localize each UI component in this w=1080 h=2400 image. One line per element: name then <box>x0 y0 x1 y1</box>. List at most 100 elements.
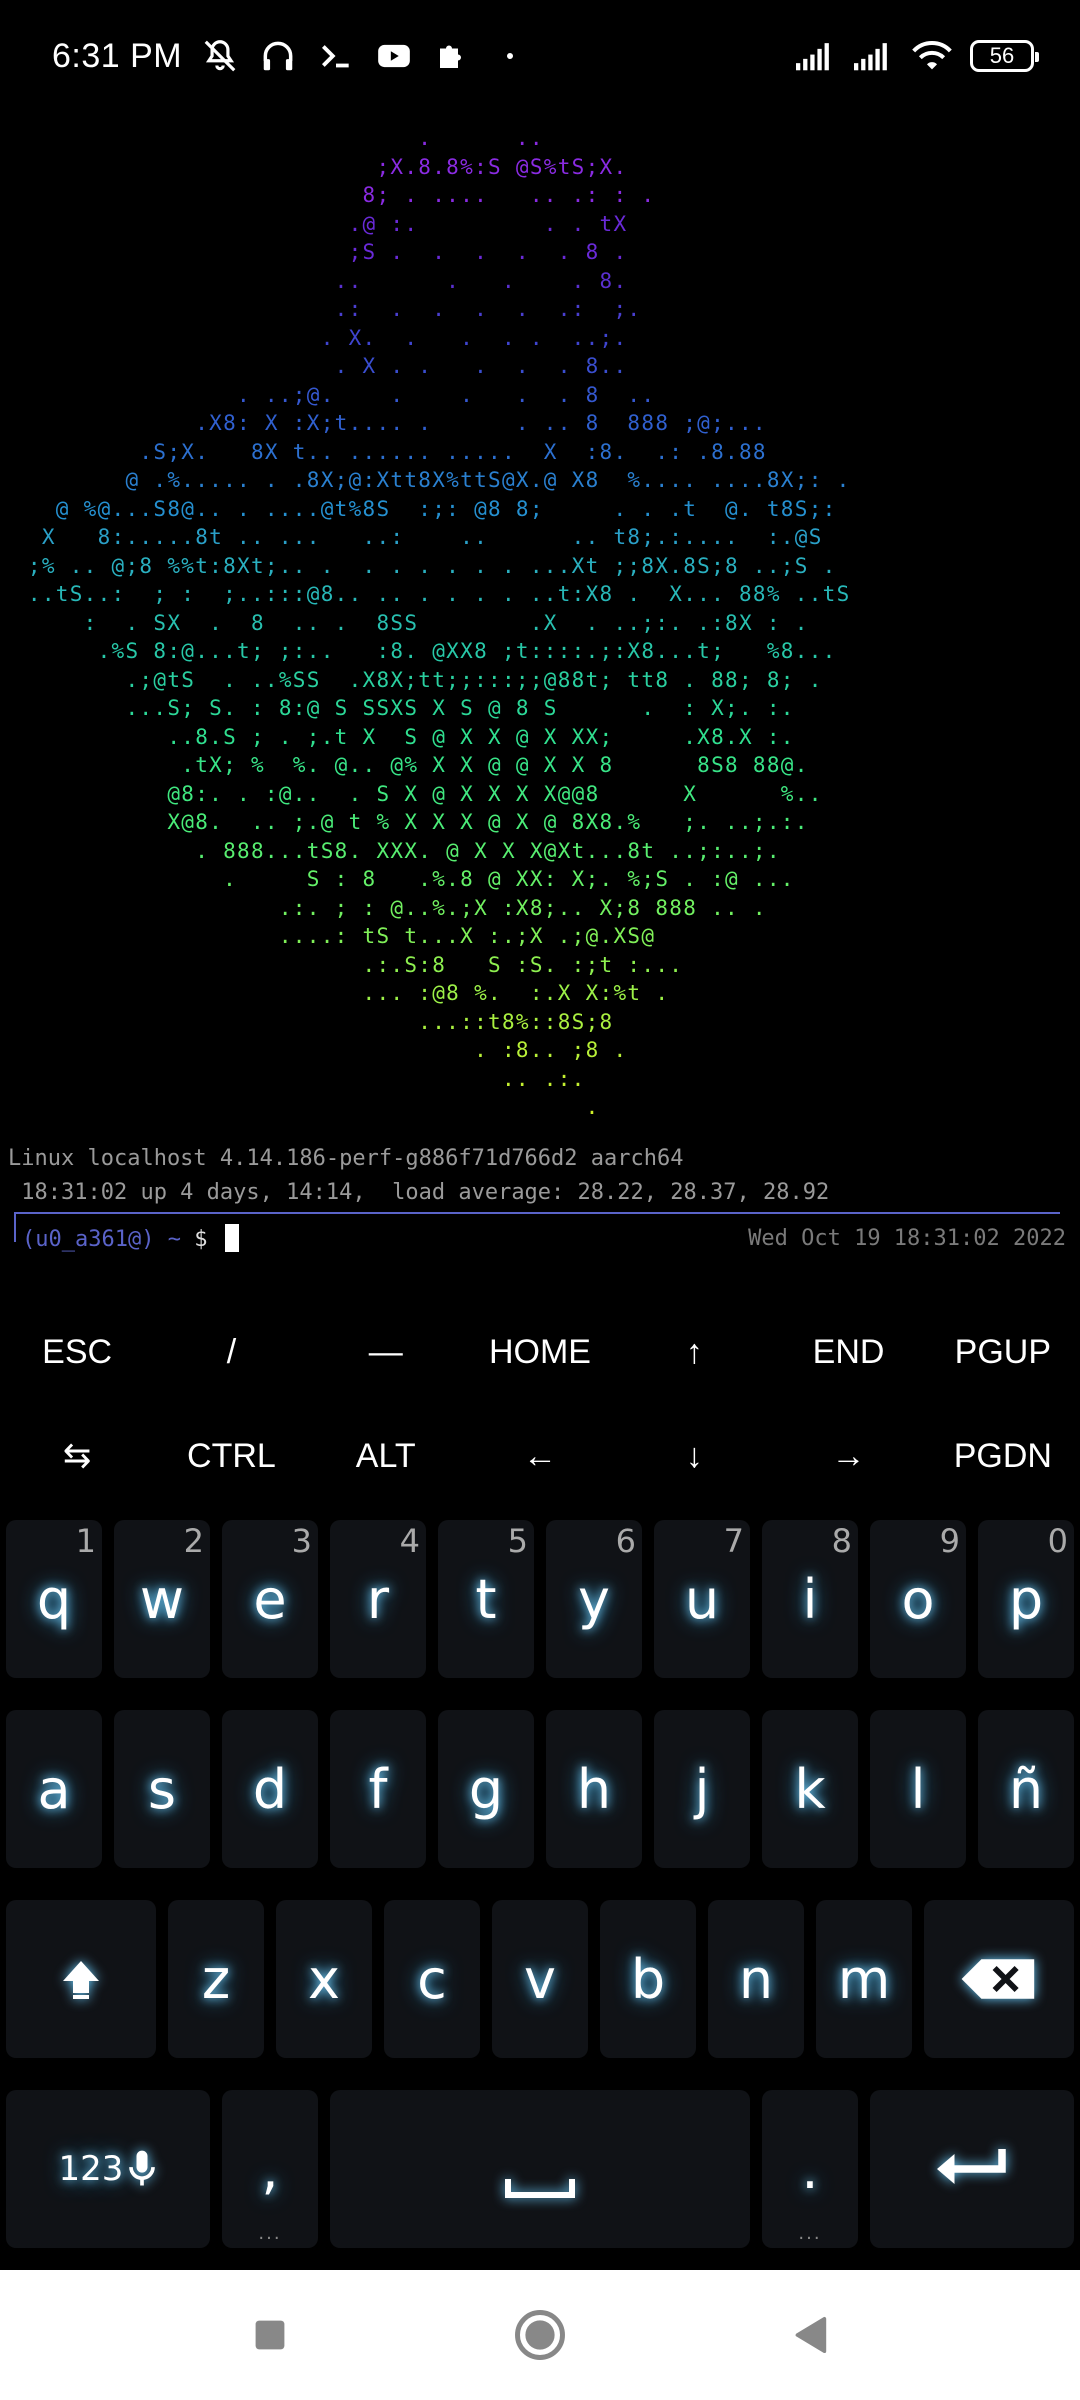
wifi-icon <box>912 36 952 76</box>
microphone-icon <box>129 2150 156 2186</box>
extra-keys-bar: ESC / — HOME ↑ END PGUP ⇆ CTRL ALT ← ↓ →… <box>0 1300 1080 1510</box>
circle-icon <box>515 2310 565 2360</box>
ascii-art-line: ...::t8%::8S;8 <box>0 1009 614 1034</box>
key-b[interactable]: b <box>600 1900 696 2058</box>
ascii-art-line: . X . . . . . 8.. <box>0 354 628 378</box>
key-label: y <box>578 1567 610 1631</box>
key-e[interactable]: 3e <box>222 1520 318 1678</box>
extra-keys-row-2: ⇆ CTRL ALT ← ↓ → PGDN <box>0 1404 1080 1508</box>
key-hint: 5 <box>507 1522 528 1560</box>
end-key[interactable]: END <box>771 1300 925 1404</box>
key-hint: 0 <box>1047 1522 1068 1560</box>
key-p[interactable]: 0p <box>978 1520 1074 1678</box>
signal-icon <box>796 36 836 76</box>
headphones-icon <box>258 36 298 76</box>
key-s[interactable]: s <box>114 1710 210 1868</box>
mute-icon <box>200 36 240 76</box>
pgdn-key[interactable]: PGDN <box>926 1404 1080 1508</box>
dash-key[interactable]: — <box>309 1300 463 1404</box>
triangle-back-icon <box>795 2316 827 2353</box>
home-key[interactable]: HOME <box>463 1300 617 1404</box>
home-button[interactable] <box>505 2300 575 2370</box>
youtube-icon <box>374 36 414 76</box>
key-t[interactable]: 5t <box>438 1520 534 1678</box>
key-w[interactable]: 2w <box>114 1520 210 1678</box>
ascii-art-line: . .. <box>0 126 544 150</box>
ascii-art-line: . ..;@. . . . . 8 .. <box>0 382 656 407</box>
status-bar-left: 6:31 PM <box>52 36 530 76</box>
ascii-art-line: @8:. . :@.. . S X @ X X X X@@8 X %.. <box>0 781 823 806</box>
key-hint: 6 <box>615 1522 636 1560</box>
arrow-down-key[interactable]: ↓ <box>617 1404 771 1508</box>
status-bar-right: 56 <box>796 36 1039 76</box>
ascii-art-line: : . SX . 8 .. . 8SS .X . ..;:. .:8X : . <box>0 610 809 635</box>
tab-key[interactable]: ⇆ <box>0 1404 154 1508</box>
ascii-art-line: ..8.S ; . ;.t X S @ X X @ X XX; .X8.X :. <box>0 724 795 749</box>
esc-key[interactable]: ESC <box>0 1300 154 1404</box>
key-m[interactable]: m <box>816 1900 912 2058</box>
ascii-art-line: . <box>0 1095 600 1119</box>
prompt-line[interactable]: (u0_a361@) ~ $ Wed Oct 19 18:31:02 2022 <box>14 1212 1066 1260</box>
keyboard-row-2: a s d f g h j k l ñ <box>0 1700 1080 1868</box>
key-label: q <box>36 1567 72 1631</box>
key-z[interactable]: z <box>168 1900 264 2058</box>
ascii-art-line: . :8.. ;8 . <box>0 1038 628 1062</box>
key-h[interactable]: h <box>546 1710 642 1868</box>
key-label: p <box>1008 1567 1044 1631</box>
navigation-bar <box>0 2270 1080 2400</box>
keyboard-row-4: 123 ,... .... <box>0 2080 1080 2248</box>
key-y[interactable]: 6y <box>546 1520 642 1678</box>
more-dots: ... <box>258 2223 282 2244</box>
ascii-art-line: .S;X. 8X t.. ...... ..... X :8. .: .8.88 <box>0 439 767 464</box>
sysinfo-kernel: Linux localhost 4.14.186-perf-g886f71d76… <box>8 1146 684 1171</box>
recents-button[interactable] <box>235 2300 305 2370</box>
enter-key[interactable] <box>870 2090 1074 2248</box>
key-k[interactable]: k <box>762 1710 858 1868</box>
terminal-view[interactable]: . .. ;X.8.8%:S @S%tS;X. 8; . .... .. .: … <box>0 112 1080 1262</box>
arrow-left-key[interactable]: ← <box>463 1404 617 1508</box>
ascii-art-line: ... :@8 %. :.X X:%t . <box>0 981 670 1005</box>
prompt-datetime: Wed Oct 19 18:31:02 2022 <box>748 1226 1066 1251</box>
ascii-art-line: ....: tS t...X :.;X .;@.XS@ <box>0 924 656 948</box>
key-g[interactable]: g <box>438 1710 534 1868</box>
key-x[interactable]: x <box>276 1900 372 2058</box>
key-n-tilde[interactable]: ñ <box>978 1710 1074 1868</box>
key-f[interactable]: f <box>330 1710 426 1868</box>
shift-key[interactable] <box>6 1900 156 2058</box>
puzzle-icon <box>432 36 472 76</box>
key-i[interactable]: 8i <box>762 1520 858 1678</box>
pgup-key[interactable]: PGUP <box>926 1300 1080 1404</box>
key-c[interactable]: c <box>384 1900 480 2058</box>
ascii-art-line: 8; . .... .. .: : . <box>0 183 656 207</box>
prompt-corner <box>14 1214 22 1242</box>
backspace-key[interactable] <box>924 1900 1074 2058</box>
key-l[interactable]: l <box>870 1710 966 1868</box>
ascii-art-line: .tX; % %. @.. @% X X @ @ X X 8 8S8 88@. <box>0 753 809 777</box>
key-j[interactable]: j <box>654 1710 750 1868</box>
key-a[interactable]: a <box>6 1710 102 1868</box>
key-hint: 2 <box>183 1522 204 1560</box>
alt-key[interactable]: ALT <box>309 1404 463 1508</box>
key-hint: 3 <box>291 1522 312 1560</box>
space-icon <box>505 2179 575 2198</box>
key-v[interactable]: v <box>492 1900 588 2058</box>
comma-key[interactable]: ,... <box>222 2090 318 2248</box>
key-n[interactable]: n <box>708 1900 804 2058</box>
arrow-right-key[interactable]: → <box>771 1404 925 1508</box>
back-button[interactable] <box>775 2300 845 2370</box>
slash-key[interactable]: / <box>154 1300 308 1404</box>
key-d[interactable]: d <box>222 1710 318 1868</box>
battery-level: 56 <box>989 43 1015 68</box>
key-u[interactable]: 7u <box>654 1520 750 1678</box>
prompt[interactable]: (u0_a361@) ~ $ <box>22 1224 239 1252</box>
key-o[interactable]: 9o <box>870 1520 966 1678</box>
period-key[interactable]: .... <box>762 2090 858 2248</box>
key-r[interactable]: 4r <box>330 1520 426 1678</box>
signal-icon <box>854 36 894 76</box>
ascii-art-line: ..tS..: ; : ;..:::@8.. .. . . . . ..t:X8… <box>0 582 851 606</box>
arrow-up-key[interactable]: ↑ <box>617 1300 771 1404</box>
key-q[interactable]: 1q <box>6 1520 102 1678</box>
ctrl-key[interactable]: CTRL <box>154 1404 308 1508</box>
space-key[interactable] <box>330 2090 750 2248</box>
numbers-key[interactable]: 123 <box>6 2090 210 2248</box>
